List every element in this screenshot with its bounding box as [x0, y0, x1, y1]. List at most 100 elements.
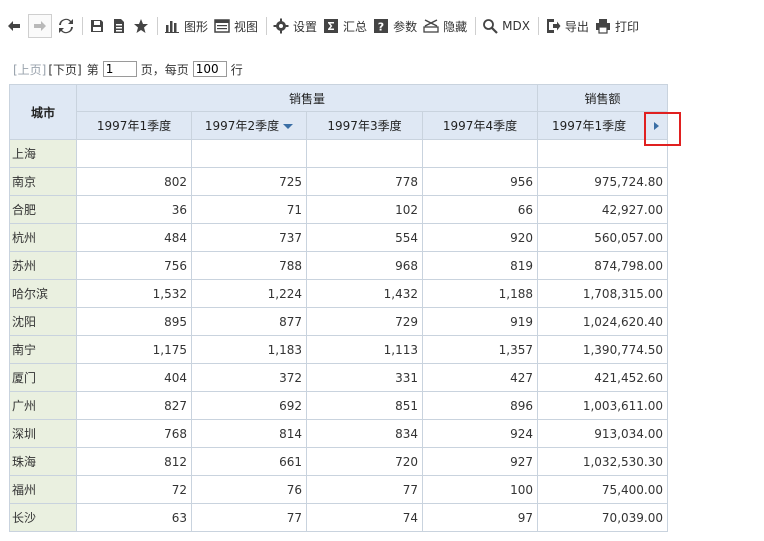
data-cell: 896 — [422, 391, 538, 420]
data-cell: 956 — [422, 167, 538, 196]
data-cell: 725 — [191, 167, 307, 196]
params-button[interactable]: ? 参数 — [373, 14, 417, 38]
row-header-city[interactable]: 沈阳 — [9, 307, 77, 336]
table-row: 长沙 63 77 74 97 70,039.00 — [9, 503, 668, 532]
data-cell: 720 — [306, 447, 423, 476]
data-cell — [306, 139, 423, 168]
data-cell: 63 — [76, 503, 192, 532]
refresh-button[interactable] — [58, 14, 74, 38]
data-cell: 77 — [191, 503, 307, 532]
row-header-city[interactable]: 广州 — [9, 391, 77, 420]
data-cell: 788 — [191, 251, 307, 280]
page-prefix: 第 — [86, 62, 99, 77]
data-cell: 70,039.00 — [537, 503, 668, 532]
settings-button[interactable]: 设置 — [273, 14, 317, 38]
data-cell: 729 — [306, 307, 423, 336]
data-cell: 97 — [422, 503, 538, 532]
highlight-box — [644, 112, 681, 146]
save-as-button[interactable] — [111, 14, 127, 38]
summary-button[interactable]: 汇总 — [323, 14, 367, 38]
row-header-city[interactable]: 南宁 — [9, 335, 77, 364]
star-icon — [134, 19, 148, 33]
data-cell: 66 — [422, 195, 538, 224]
data-cell: 827 — [76, 391, 192, 420]
arrow-right-icon — [34, 21, 46, 31]
column-header-q2[interactable]: 1997年2季度 — [191, 111, 307, 140]
data-cell: 102 — [306, 195, 423, 224]
data-cell — [76, 139, 192, 168]
toolbar: 图形 视图 设置 汇总 ? 参数 隐藏 MDX 导出 打印 — [0, 0, 764, 52]
back-button[interactable] — [6, 14, 22, 38]
row-header-city[interactable]: 杭州 — [9, 223, 77, 252]
sales-qty-group-header: 销售量 — [76, 84, 538, 112]
data-cell: 768 — [76, 419, 192, 448]
next-page-link[interactable]: [下页] — [48, 61, 81, 78]
sort-desc-icon[interactable] — [283, 124, 294, 129]
page-number-input[interactable] — [102, 61, 137, 77]
table-row: 沈阳 895 877 729 919 1,024,620.40 — [9, 307, 668, 336]
printer-icon — [595, 19, 610, 34]
data-cell: 927 — [422, 447, 538, 476]
column-header-q3[interactable]: 1997年3季度 — [306, 111, 423, 140]
favorite-button[interactable] — [133, 14, 149, 38]
params-label: 参数 — [393, 19, 418, 34]
row-header-city[interactable]: 深圳 — [9, 419, 77, 448]
row-header-city[interactable]: 苏州 — [9, 251, 77, 280]
data-cell: 100 — [422, 475, 538, 504]
row-header-city[interactable]: 上海 — [9, 139, 77, 168]
table-row: 广州 827 692 851 896 1,003,611.00 — [9, 391, 668, 420]
column-header-q1[interactable]: 1997年1季度 — [76, 111, 192, 140]
data-cell: 1,708,315.00 — [537, 279, 668, 308]
prev-page-link[interactable]: [上页] — [13, 61, 46, 78]
view-label: 视图 — [234, 19, 259, 34]
export-button[interactable]: 导出 — [545, 14, 589, 38]
data-cell: 920 — [422, 223, 538, 252]
data-cell: 427 — [422, 363, 538, 392]
column-header-label: 1997年1季度 — [552, 119, 627, 133]
row-header-city[interactable]: 珠海 — [9, 447, 77, 476]
row-header-city[interactable]: 哈尔滨 — [9, 279, 77, 308]
data-cell: 968 — [306, 251, 423, 280]
chart-button[interactable]: 图形 — [164, 14, 208, 38]
row-header-city[interactable]: 福州 — [9, 475, 77, 504]
view-button[interactable]: 视图 — [214, 14, 258, 38]
forward-button[interactable] — [28, 14, 52, 38]
settings-label: 设置 — [293, 19, 318, 34]
pivot-table: 城市 销售量 销售额 1997年1季度 1997年2季度 1997年3季度 19… — [9, 84, 668, 532]
data-cell: 421,452.60 — [537, 363, 668, 392]
data-cell: 874,798.00 — [537, 251, 668, 280]
table-row: 深圳 768 814 834 924 913,034.00 — [9, 419, 668, 448]
data-cell: 975,724.80 — [537, 167, 668, 196]
table-row: 南京 802 725 778 956 975,724.80 — [9, 167, 668, 196]
save-button[interactable] — [89, 14, 105, 38]
table-row: 南宁 1,175 1,183 1,113 1,357 1,390,774.50 — [9, 335, 668, 364]
data-cell: 42,927.00 — [537, 195, 668, 224]
data-cell: 1,432 — [306, 279, 423, 308]
data-cell: 404 — [76, 363, 192, 392]
row-header-city[interactable]: 厦门 — [9, 363, 77, 392]
hide-button[interactable]: 隐藏 — [423, 14, 467, 38]
export-icon — [546, 19, 561, 33]
data-cell: 36 — [76, 195, 192, 224]
row-header-city[interactable]: 长沙 — [9, 503, 77, 532]
rows-per-page-input[interactable] — [192, 61, 227, 77]
data-cell: 778 — [306, 167, 423, 196]
data-cell: 812 — [76, 447, 192, 476]
row-header-city[interactable]: 合肥 — [9, 195, 77, 224]
export-label: 导出 — [564, 19, 589, 34]
pager: [上页] [下页] 第 页，每页 行 — [13, 60, 243, 78]
data-cell: 1,188 — [422, 279, 538, 308]
table-row: 苏州 756 788 968 819 874,798.00 — [9, 251, 668, 280]
print-button[interactable]: 打印 — [595, 14, 639, 38]
mdx-button[interactable]: MDX — [482, 14, 530, 38]
hide-icon — [423, 19, 439, 33]
data-cell: 1,532 — [76, 279, 192, 308]
sigma-icon — [324, 19, 339, 33]
data-cell: 756 — [76, 251, 192, 280]
data-cell: 661 — [191, 447, 307, 476]
column-header-q4[interactable]: 1997年4季度 — [422, 111, 538, 140]
data-cell: 834 — [306, 419, 423, 448]
data-cell: 814 — [191, 419, 307, 448]
table-row: 珠海 812 661 720 927 1,032,530.30 — [9, 447, 668, 476]
row-header-city[interactable]: 南京 — [9, 167, 77, 196]
